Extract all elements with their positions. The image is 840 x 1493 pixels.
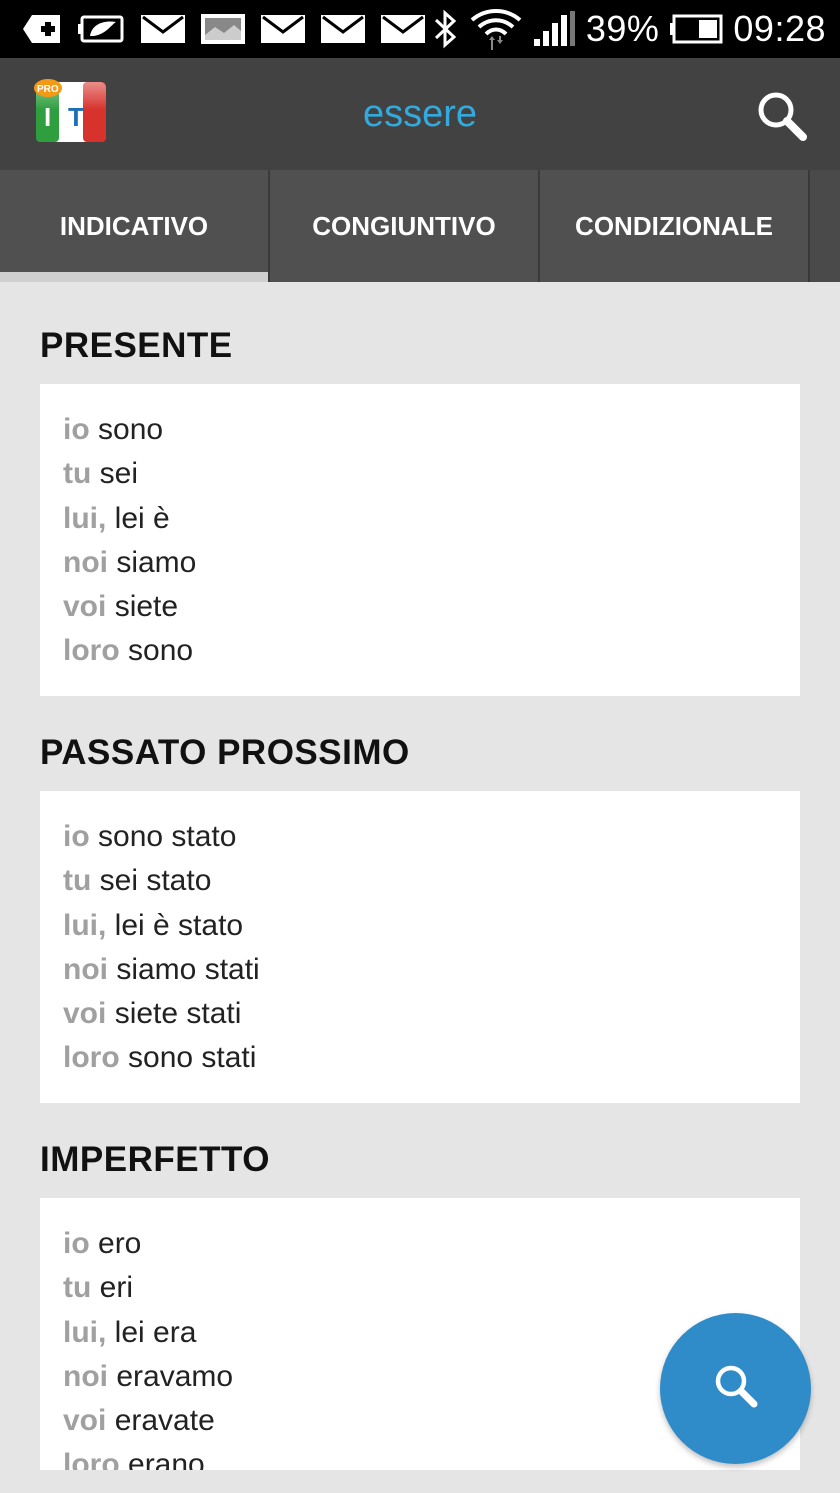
- conjugation-card: io sono stato tu sei stato lui, lei è st…: [40, 791, 800, 1103]
- battery-percent: 39%: [585, 8, 660, 49]
- clock: 09:28: [733, 8, 826, 49]
- tab-label: CONGIUNTIVO: [312, 210, 496, 241]
- tab-condizionale[interactable]: CONDIZIONALE: [540, 170, 810, 282]
- verb-form: lei era: [106, 1315, 197, 1349]
- verb-form: eravate: [106, 1404, 215, 1438]
- pronoun: voi: [63, 590, 107, 624]
- pronoun: lui,: [63, 908, 107, 942]
- pronoun: noi: [63, 952, 108, 986]
- pronoun: voi: [63, 1404, 107, 1438]
- verb-form: sono stato: [89, 820, 237, 853]
- section-title-passato-prossimo: PASSATO PROSSIMO: [40, 733, 410, 772]
- title-container: essere: [200, 58, 640, 170]
- conjugation-row: noi siamo stati: [63, 948, 777, 992]
- logo-letter-t: T: [68, 102, 84, 132]
- verb-form: sono: [119, 634, 194, 668]
- pronoun: io: [63, 820, 90, 853]
- bluetooth-icon: [432, 9, 460, 49]
- pronoun: loro: [63, 1041, 120, 1075]
- wifi-icon: [470, 6, 522, 52]
- logo-badge: PRO: [37, 84, 59, 95]
- verb-form: sei: [91, 457, 139, 491]
- tab-label: CONDIZIONALE: [575, 210, 773, 241]
- pronoun: tu: [63, 457, 92, 491]
- pronoun: io: [63, 413, 90, 446]
- tab-congiuntivo[interactable]: CONGIUNTIVO: [270, 170, 540, 282]
- tab-indicativo[interactable]: INDICATIVO: [0, 170, 270, 282]
- section-title-imperfetto: IMPERFETTO: [40, 1140, 270, 1179]
- verb-form: lei è stato: [106, 908, 244, 942]
- verb-form: erano: [119, 1448, 205, 1470]
- conjugation-row: loro sono: [63, 629, 777, 673]
- conjugation-row: lui, lei era: [63, 1311, 777, 1355]
- logo-letter-i: I: [44, 102, 51, 132]
- pronoun: io: [63, 1227, 90, 1260]
- pronoun: loro: [63, 1448, 120, 1470]
- pronoun: tu: [63, 1271, 92, 1305]
- conjugation-row: tu sei stato: [63, 859, 777, 903]
- conjugation-row: noi siamo: [63, 541, 777, 585]
- mail-icon: [320, 13, 366, 45]
- conjugation-card: io sono tu sei lui, lei è noi siamo voi …: [40, 384, 800, 696]
- app-logo[interactable]: I T PRO: [32, 76, 108, 146]
- status-bar: 39% 09:28: [0, 0, 840, 58]
- search-icon[interactable]: [756, 90, 808, 142]
- verb-form: eri: [91, 1271, 134, 1305]
- tab-overflow[interactable]: [810, 170, 840, 282]
- pronoun: lui,: [63, 501, 107, 535]
- signal-icon: [532, 11, 576, 47]
- verb-form: siete stati: [106, 997, 242, 1031]
- conjugation-row: loro erano: [63, 1443, 777, 1470]
- pronoun: noi: [63, 1359, 108, 1393]
- app-bar: I T PRO essere: [0, 58, 840, 170]
- pronoun: voi: [63, 997, 107, 1031]
- mail-icon: [140, 13, 186, 45]
- verb-form: sono: [89, 413, 164, 446]
- verb-form: siete: [106, 590, 179, 624]
- battery-icon: [669, 14, 723, 44]
- search-icon: [712, 1362, 760, 1415]
- verb-form: siamo: [108, 545, 197, 579]
- battery-saver-icon: [78, 14, 126, 44]
- pronoun: noi: [63, 545, 108, 579]
- conjugation-row: voi siete: [63, 585, 777, 629]
- page-title: essere: [362, 92, 478, 135]
- verb-form: ero: [89, 1227, 142, 1260]
- conjugation-row: loro sono stati: [63, 1036, 777, 1080]
- conjugation-row: io ero: [63, 1222, 777, 1266]
- image-icon: [200, 13, 246, 45]
- mood-tabs: INDICATIVO CONGIUNTIVO CONDIZIONALE: [0, 170, 840, 282]
- conjugation-row: lui, lei è stato: [63, 904, 777, 948]
- mail-icon: [380, 13, 426, 45]
- conjugation-row: lui, lei è: [63, 497, 777, 541]
- pronoun: loro: [63, 634, 120, 668]
- verb-form: lei è: [106, 501, 170, 535]
- pronoun: tu: [63, 864, 92, 898]
- tab-label: INDICATIVO: [59, 210, 209, 241]
- pronoun: lui,: [63, 1315, 107, 1349]
- verb-form: eravamo: [108, 1359, 234, 1393]
- conjugation-row: io sono: [63, 408, 777, 452]
- verb-form: siamo stati: [108, 952, 260, 986]
- mail-icon: [260, 13, 306, 45]
- conjugation-list[interactable]: PRESENTE io sono tu sei lui, lei è noi s…: [0, 282, 840, 1470]
- conjugation-row: voi siete stati: [63, 992, 777, 1036]
- verb-form: sono stati: [119, 1041, 257, 1075]
- verb-form: sei stato: [91, 864, 212, 898]
- plus-box-icon: [22, 13, 64, 45]
- conjugation-row: io sono stato: [63, 815, 777, 859]
- search-fab-button[interactable]: [660, 1313, 811, 1464]
- conjugation-row: tu sei: [63, 452, 777, 496]
- section-title-presente: PRESENTE: [40, 326, 233, 365]
- conjugation-row: tu eri: [63, 1266, 777, 1310]
